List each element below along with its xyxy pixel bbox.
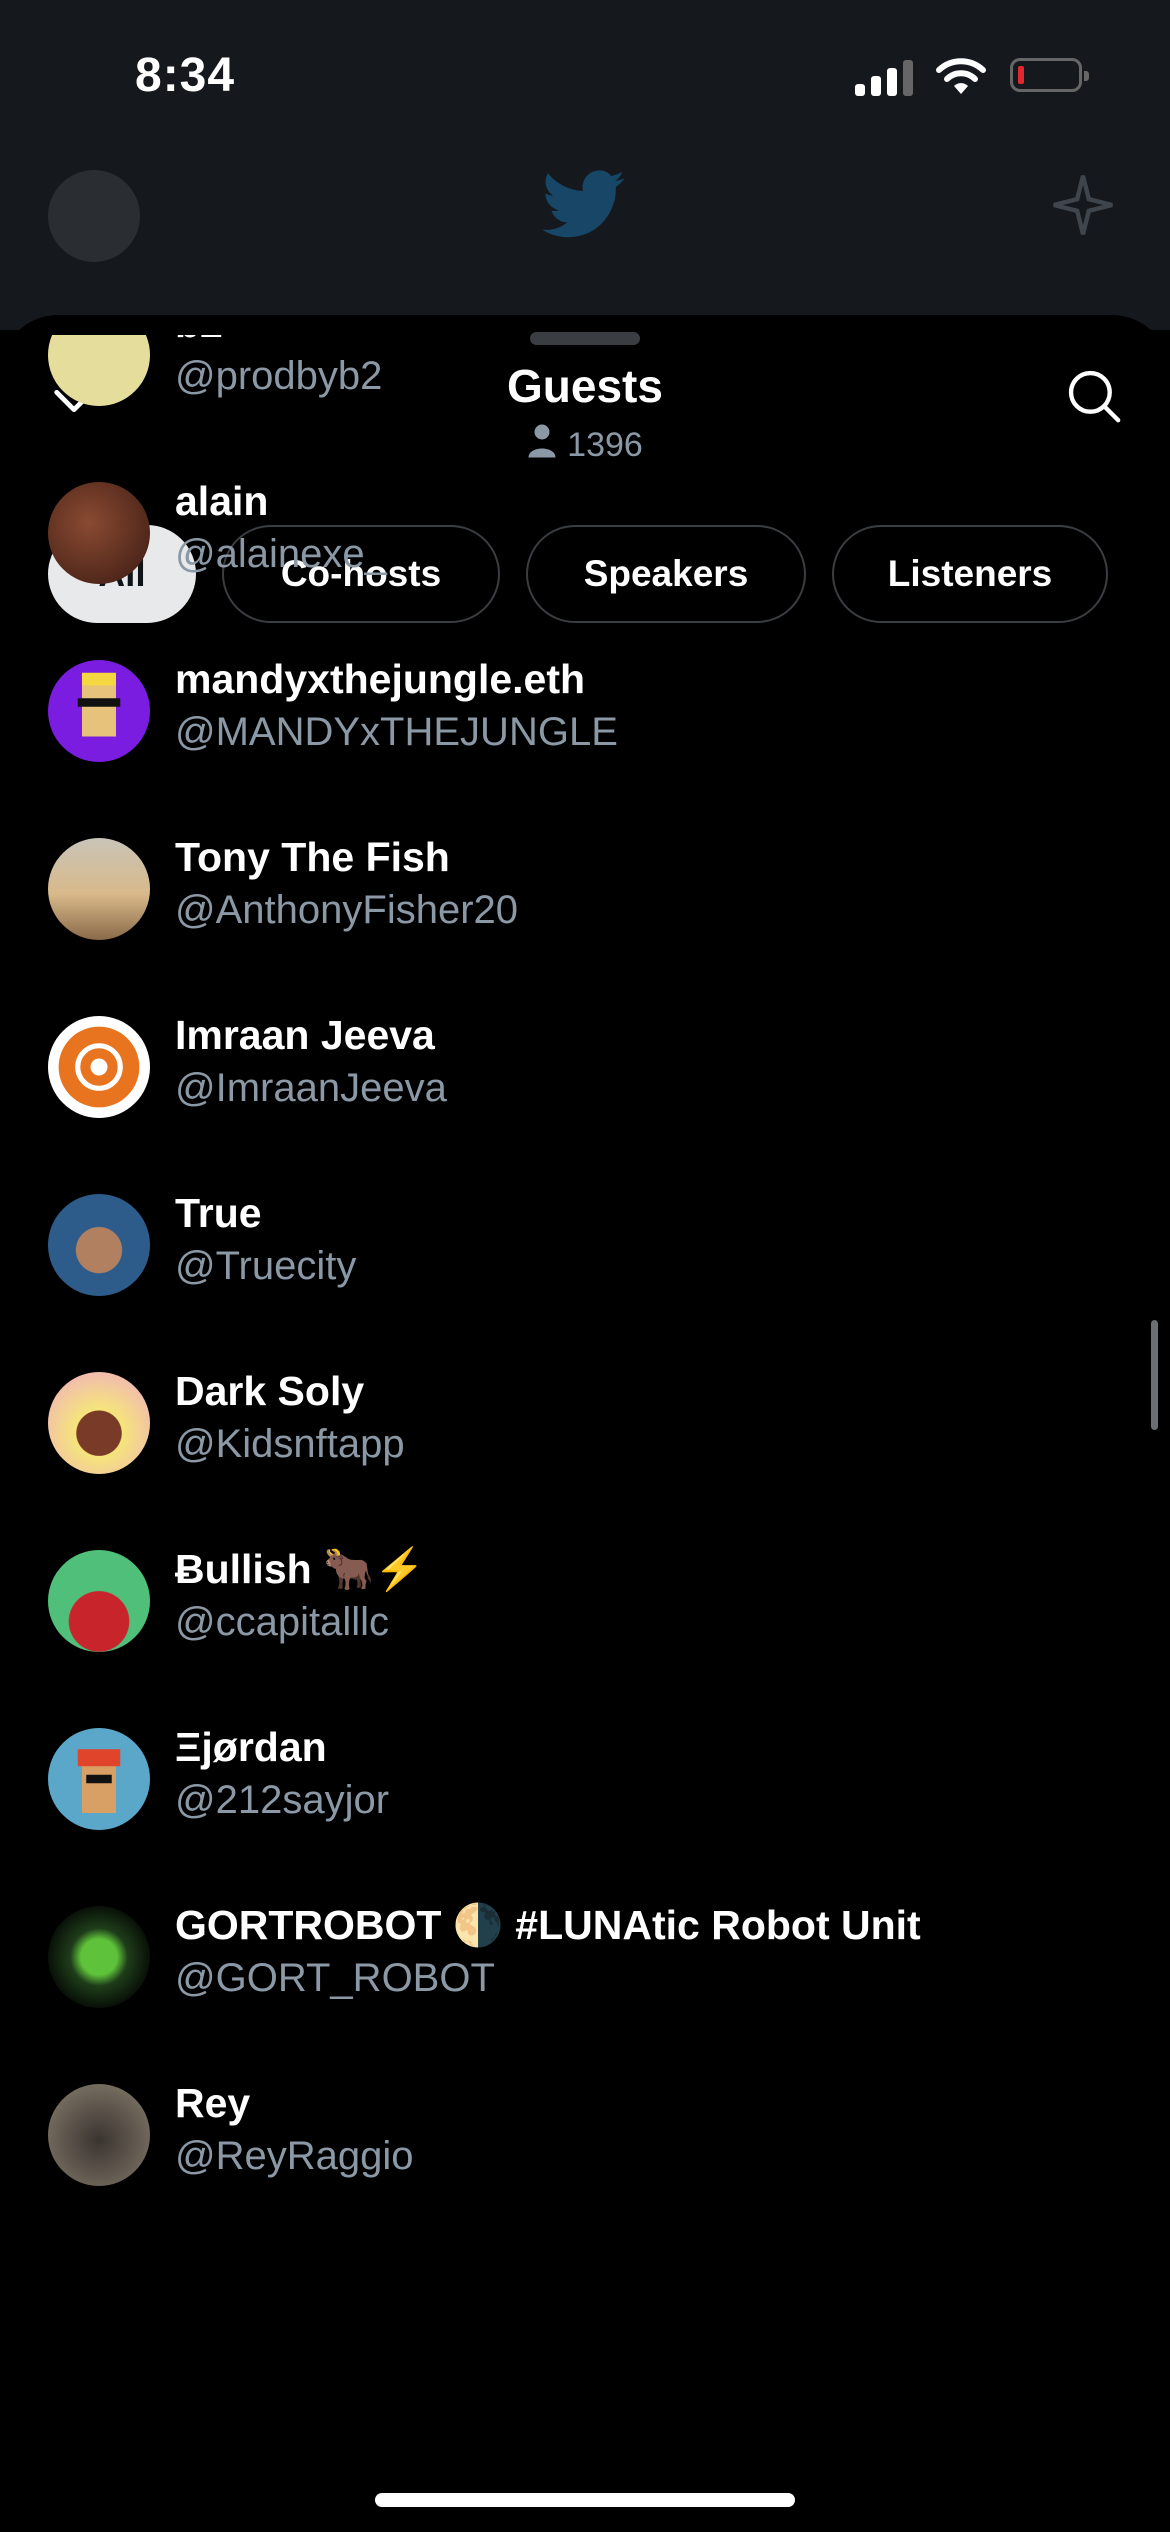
guest-name: Ξjørdan bbox=[175, 1724, 327, 1770]
list-item[interactable]: mandyxthejungle.eth @MANDYxTHEJUNGLE bbox=[0, 634, 1170, 812]
list-item[interactable]: True @Truecity bbox=[0, 1168, 1170, 1346]
avatar bbox=[48, 482, 150, 584]
avatar bbox=[48, 1728, 150, 1830]
wifi-icon bbox=[936, 58, 986, 94]
avatar bbox=[48, 335, 150, 406]
avatar bbox=[48, 1550, 150, 1652]
guest-name: Ƀullish 🐂⚡ bbox=[175, 1546, 426, 1592]
guest-name: True bbox=[175, 1190, 262, 1236]
battery-icon bbox=[1010, 58, 1089, 92]
list-item[interactable]: Tony The Fish @AnthonyFisher20 bbox=[0, 812, 1170, 990]
guest-name: GORTROBOT 🌗 #LUNAtic Robot Unit bbox=[175, 1902, 921, 1948]
list-item[interactable]: GORTROBOT 🌗 #LUNAtic Robot Unit @GORT_RO… bbox=[0, 1880, 1170, 2058]
guest-handle: @212sayjor bbox=[175, 1778, 390, 1822]
guest-handle: @prodbyb2 bbox=[175, 354, 383, 398]
guest-handle: @ImraanJeeva bbox=[175, 1066, 447, 1110]
list-item[interactable]: b2 @prodbyb2 bbox=[0, 335, 1170, 456]
avatar bbox=[48, 2084, 150, 2186]
guest-name: Dark Soly bbox=[175, 1368, 365, 1414]
list-item[interactable]: Imraan Jeeva @ImraanJeeva bbox=[0, 990, 1170, 1168]
profile-avatar-behind bbox=[48, 170, 140, 262]
list-item[interactable]: Dark Soly @Kidsnftapp bbox=[0, 1346, 1170, 1524]
home-indicator[interactable] bbox=[375, 2493, 795, 2507]
guest-name: Imraan Jeeva bbox=[175, 1012, 435, 1058]
list-item[interactable]: alain @alainexe_ bbox=[0, 456, 1170, 634]
scrollbar[interactable] bbox=[1151, 1320, 1158, 1430]
guest-handle: @ReyRaggio bbox=[175, 2134, 414, 2178]
guest-handle: @GORT_ROBOT bbox=[175, 1956, 495, 2000]
cellular-signal-icon bbox=[855, 58, 915, 96]
guest-handle: @Truecity bbox=[175, 1244, 357, 1288]
guest-name: Rey bbox=[175, 2080, 251, 2126]
list-item[interactable]: Rey @ReyRaggio bbox=[0, 2058, 1170, 2217]
guest-handle: @ccapitalllc bbox=[175, 1600, 390, 1644]
guest-handle: @alainexe_ bbox=[175, 532, 387, 576]
guest-handle: @AnthonyFisher20 bbox=[175, 888, 519, 932]
list-item[interactable]: Ξjørdan @212sayjor bbox=[0, 1702, 1170, 1880]
avatar bbox=[48, 1372, 150, 1474]
guest-handle: @Kidsnftapp bbox=[175, 1422, 405, 1466]
guest-name: b2 bbox=[175, 335, 223, 347]
avatar bbox=[48, 1906, 150, 2008]
sparkle-icon bbox=[1053, 175, 1113, 235]
guest-handle: @MANDYxTHEJUNGLE bbox=[175, 710, 618, 754]
guest-name: alain bbox=[175, 478, 269, 524]
avatar bbox=[48, 838, 150, 940]
status-bar: 8:34 bbox=[0, 0, 1170, 150]
avatar bbox=[48, 1194, 150, 1296]
avatar bbox=[48, 660, 150, 762]
guest-name: Tony The Fish bbox=[175, 834, 450, 880]
guest-list[interactable]: b2 @prodbyb2 alain @alainexe_ mandyxthej… bbox=[0, 335, 1170, 2217]
avatar bbox=[48, 1016, 150, 1118]
twitter-bird-icon bbox=[542, 170, 625, 238]
status-time: 8:34 bbox=[135, 49, 236, 102]
list-item[interactable]: Ƀullish 🐂⚡ @ccapitalllc bbox=[0, 1524, 1170, 1702]
guest-name: mandyxthejungle.eth bbox=[175, 656, 586, 702]
